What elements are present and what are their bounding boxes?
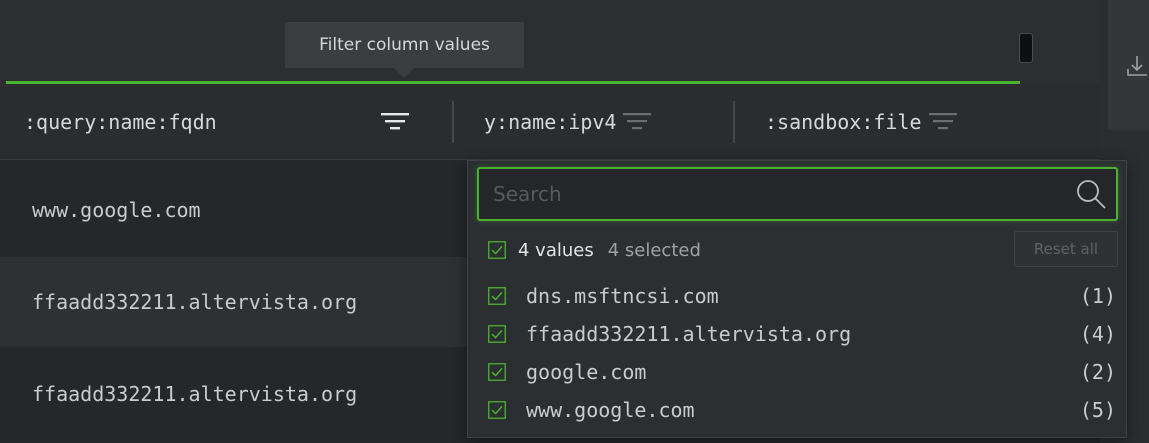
filter-value-count: (1) (1079, 284, 1116, 308)
filter-value-name: dns.msftncsi.com (526, 284, 719, 308)
checkbox-checked-icon[interactable] (488, 401, 506, 419)
download-icon[interactable] (1125, 52, 1149, 80)
filter-value-count: (2) (1079, 360, 1116, 384)
search-box[interactable] (477, 167, 1118, 221)
column-separator[interactable] (733, 101, 735, 143)
table-row[interactable]: www.google.com (0, 165, 470, 255)
column-header-label: y:name:ipv4 (484, 110, 617, 134)
cell-fqdn: www.google.com (32, 198, 201, 222)
selected-count: 4 selected (607, 239, 701, 261)
filter-value-item[interactable]: ffaadd332211.altervista.org (4) (468, 315, 1126, 353)
filter-dropdown: 4 values 4 selected Reset all dns.msftnc… (467, 160, 1127, 438)
tooltip-arrow (393, 67, 415, 78)
filter-value-name: google.com (526, 360, 647, 384)
filter-value-name: ffaadd332211.altervista.org (526, 322, 852, 346)
filter-value-count: (5) (1079, 398, 1116, 422)
filter-icon[interactable] (928, 111, 958, 133)
cell-fqdn: ffaadd332211.altervista.org (32, 290, 358, 314)
cell-fqdn: ffaadd332211.altervista.org (32, 382, 358, 406)
column-header-name-ipv4[interactable]: y:name:ipv4 (484, 84, 724, 160)
checkbox-checked-icon[interactable] (488, 325, 506, 343)
table-row[interactable]: ffaadd332211.altervista.org (0, 349, 470, 439)
column-header-label: :sandbox:file (765, 110, 922, 134)
filter-value-item[interactable]: google.com (2) (468, 353, 1126, 391)
checkbox-checked-icon[interactable] (488, 287, 506, 305)
filter-tooltip: Filter column values (285, 22, 524, 68)
scroll-handle[interactable] (1019, 33, 1033, 63)
column-separator[interactable] (452, 101, 454, 143)
column-header-sandbox-file[interactable]: :sandbox:file (765, 84, 1035, 160)
values-count: 4 values (518, 239, 594, 261)
filter-value-count: (4) (1079, 322, 1116, 346)
column-header-query-name-fqdn[interactable]: :query:name:fqdn (24, 84, 449, 160)
filter-icon[interactable] (380, 111, 410, 133)
checkbox-checked-icon[interactable] (488, 363, 506, 381)
filter-value-name: www.google.com (526, 398, 695, 422)
reset-all-button[interactable]: Reset all (1014, 231, 1118, 267)
filter-value-item[interactable]: www.google.com (5) (468, 391, 1126, 429)
toolbar-area (0, 0, 1100, 86)
select-all-checkbox-icon[interactable] (488, 241, 506, 259)
filter-value-item[interactable]: dns.msftncsi.com (1) (468, 277, 1126, 315)
selection-summary: 4 values 4 selected (488, 235, 701, 265)
search-icon[interactable] (1074, 177, 1108, 211)
table-row[interactable]: ffaadd332211.altervista.org (0, 257, 470, 347)
search-input[interactable] (493, 169, 1053, 219)
filter-icon[interactable] (622, 111, 652, 133)
column-header-label: :query:name:fqdn (24, 110, 217, 134)
